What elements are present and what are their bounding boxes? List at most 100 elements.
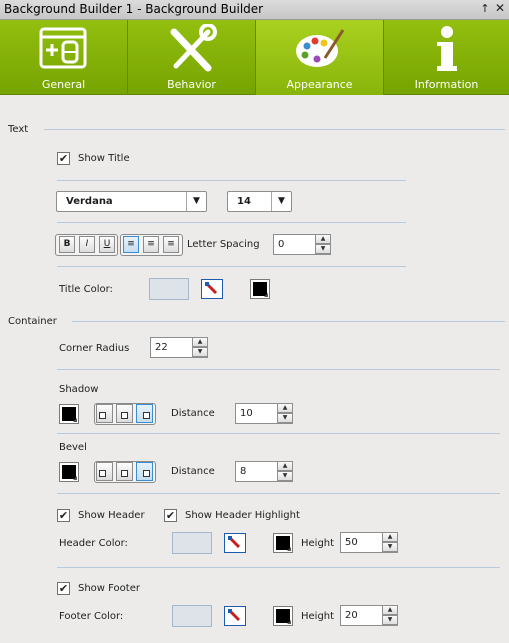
letter-spacing-label: Letter Spacing xyxy=(187,239,260,250)
align-center-button[interactable]: ≡ xyxy=(143,236,159,253)
footer-height-value: 20 xyxy=(345,610,358,621)
shadow-bottom-left-button[interactable] xyxy=(96,404,113,423)
appearance-panel: Text ✔ Show Title Verdana ▼ 14 ▼ B I U ≡… xyxy=(2,96,507,643)
tab-behavior[interactable]: Behavior xyxy=(128,20,255,95)
header-color-label: Header Color: xyxy=(59,538,128,549)
header-color-button[interactable] xyxy=(273,533,293,553)
section-title-container: Container xyxy=(8,316,57,327)
letter-spacing-input[interactable]: 0 ▲ ▼ xyxy=(273,234,331,255)
window-title: Background Builder 1 - Background Builde… xyxy=(4,2,264,16)
spin-down-icon[interactable]: ▼ xyxy=(192,347,208,357)
show-header-highlight-checkbox[interactable]: ✔ xyxy=(164,509,177,522)
dropdown-corner-icon xyxy=(287,547,291,551)
divider xyxy=(57,493,500,494)
bevel-bottom-right-button[interactable] xyxy=(136,462,153,481)
spin-down-icon[interactable]: ▼ xyxy=(382,542,398,552)
divider xyxy=(57,433,500,434)
chevron-down-icon[interactable]: ▼ xyxy=(186,192,206,211)
spin-down-icon[interactable]: ▼ xyxy=(315,244,331,254)
title-color-label: Title Color: xyxy=(59,284,113,295)
font-family-value: Verdana xyxy=(66,196,113,207)
palette-icon xyxy=(295,29,344,67)
shadow-label: Shadow xyxy=(59,384,99,395)
tools-icon xyxy=(170,24,217,72)
font-family-select[interactable]: Verdana ▼ xyxy=(56,191,207,212)
corner-radius-value: 22 xyxy=(155,342,168,353)
divider xyxy=(57,266,406,267)
direction-icon xyxy=(99,412,106,419)
footer-color-swatch[interactable] xyxy=(172,605,212,627)
dropdown-corner-icon xyxy=(287,620,291,624)
footer-color-picker[interactable] xyxy=(224,606,246,626)
show-footer-checkbox[interactable]: ✔ xyxy=(57,582,70,595)
show-header-label: Show Header xyxy=(78,510,145,521)
title-color-picker[interactable] xyxy=(201,279,223,299)
window-titlebar: Background Builder 1 - Background Builde… xyxy=(0,0,509,20)
pin-icon[interactable]: ↑ xyxy=(479,2,491,15)
eyedropper-icon xyxy=(228,536,241,549)
font-size-value: 14 xyxy=(237,196,251,207)
shadow-distance-label: Distance xyxy=(171,408,215,419)
divider xyxy=(57,369,500,370)
tab-information[interactable]: Information xyxy=(384,20,509,95)
underline-button[interactable]: U xyxy=(99,236,115,253)
divider xyxy=(57,567,500,568)
spin-down-icon[interactable]: ▼ xyxy=(382,615,398,625)
align-left-button[interactable]: ≡ xyxy=(123,236,139,253)
section-divider xyxy=(44,129,505,130)
bevel-bottom-button[interactable] xyxy=(116,462,133,481)
divider xyxy=(57,180,406,181)
show-title-checkbox[interactable]: ✔ xyxy=(57,152,70,165)
shadow-color-button[interactable] xyxy=(59,404,79,424)
show-header-highlight-label: Show Header Highlight xyxy=(185,510,300,521)
bevel-color-button[interactable] xyxy=(59,462,79,482)
tab-behavior-label: Behavior xyxy=(167,78,216,91)
tab-information-label: Information xyxy=(414,78,479,91)
bold-button[interactable]: B xyxy=(59,236,75,253)
close-icon[interactable]: ✕ xyxy=(494,1,506,15)
footer-height-input[interactable]: 20 ▲ ▼ xyxy=(340,605,398,626)
tab-bar: General Behavior Appearance Information xyxy=(0,20,509,95)
spin-up-icon[interactable]: ▲ xyxy=(382,605,398,615)
letter-spacing-value: 0 xyxy=(278,239,285,250)
spin-up-icon[interactable]: ▲ xyxy=(382,532,398,542)
tab-appearance-label: Appearance xyxy=(286,78,353,91)
header-color-swatch[interactable] xyxy=(172,532,212,554)
dropdown-corner-icon xyxy=(264,293,268,297)
header-height-label: Height xyxy=(301,538,335,549)
spin-up-icon[interactable]: ▲ xyxy=(192,337,208,347)
header-color-picker[interactable] xyxy=(224,533,246,553)
bevel-bottom-left-button[interactable] xyxy=(96,462,113,481)
footer-color-button[interactable] xyxy=(273,606,293,626)
dropdown-corner-icon xyxy=(73,418,77,422)
italic-button[interactable]: I xyxy=(79,236,95,253)
shadow-bottom-button[interactable] xyxy=(116,404,133,423)
spin-down-icon[interactable]: ▼ xyxy=(277,413,293,423)
spin-up-icon[interactable]: ▲ xyxy=(315,234,331,244)
align-right-button[interactable]: ≡ xyxy=(163,236,179,253)
title-color-swatch[interactable] xyxy=(149,278,189,300)
tab-appearance[interactable]: Appearance xyxy=(256,20,383,95)
direction-icon xyxy=(143,412,150,419)
show-title-label: Show Title xyxy=(78,153,130,164)
corner-radius-input[interactable]: 22 ▲ ▼ xyxy=(150,337,208,358)
shadow-distance-value: 10 xyxy=(240,408,253,419)
show-header-checkbox[interactable]: ✔ xyxy=(57,509,70,522)
info-icon xyxy=(436,26,457,71)
footer-color-label: Footer Color: xyxy=(59,611,124,622)
shadow-distance-input[interactable]: 10 ▲ ▼ xyxy=(235,403,293,424)
font-size-select[interactable]: 14 ▼ xyxy=(227,191,292,212)
bevel-distance-input[interactable]: 8 ▲ ▼ xyxy=(235,461,293,482)
section-divider xyxy=(72,321,505,322)
shadow-bottom-right-button[interactable] xyxy=(136,404,153,423)
chevron-down-icon[interactable]: ▼ xyxy=(271,192,291,211)
spin-up-icon[interactable]: ▲ xyxy=(277,461,293,471)
spin-up-icon[interactable]: ▲ xyxy=(277,403,293,413)
tab-general[interactable]: General xyxy=(0,20,127,95)
header-height-input[interactable]: 50 ▲ ▼ xyxy=(340,532,398,553)
divider xyxy=(57,222,406,223)
show-footer-label: Show Footer xyxy=(78,583,140,594)
header-height-value: 50 xyxy=(345,537,358,548)
title-color-button[interactable] xyxy=(250,279,270,299)
spin-down-icon[interactable]: ▼ xyxy=(277,471,293,481)
